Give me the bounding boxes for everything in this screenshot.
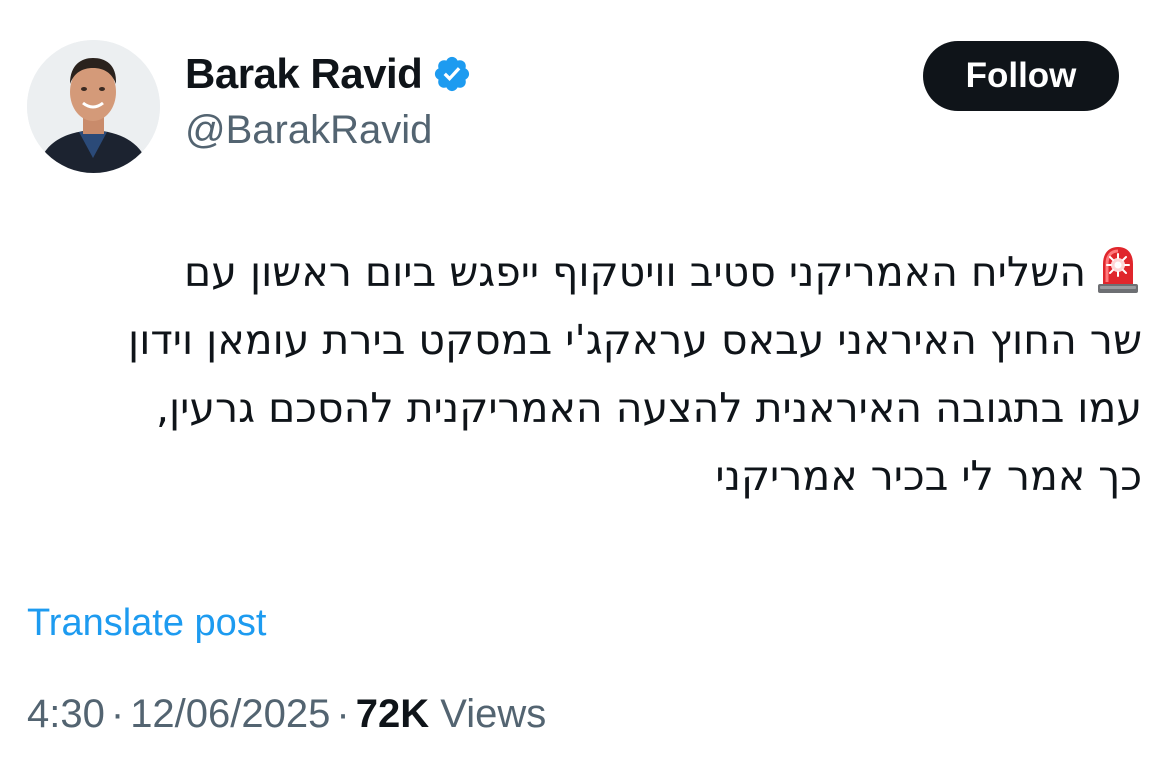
avatar[interactable] — [27, 40, 160, 173]
tweet-line: כך אמר לי בכיר אמריקני — [715, 452, 1142, 500]
tweet-line: עמו בתגובה האיראנית להצעה האמריקנית להסכ… — [155, 384, 1142, 432]
author-display-name[interactable]: Barak Ravid — [185, 50, 423, 98]
author-handle[interactable]: @BarakRavid — [185, 108, 432, 153]
tweet-text: השליח האמריקני סטיב וויטקוף ייפגש ביום ר… — [20, 238, 1142, 510]
meta-separator: · — [336, 692, 350, 736]
follow-button[interactable]: Follow — [923, 41, 1119, 111]
author-name-row[interactable]: Barak Ravid — [185, 50, 472, 98]
tweet-meta: 4:30 · 12/06/2025 · 72K Views — [27, 692, 546, 737]
meta-separator: · — [110, 692, 125, 736]
police-car-light-icon — [1098, 247, 1138, 293]
tweet-line-text: השליח האמריקני סטיב וויטקוף ייפגש ביום ר… — [184, 248, 1086, 296]
tweet-line: שר החוץ האיראני עבאס עראקג'י במסקט בירת … — [128, 316, 1142, 364]
translate-post-link[interactable]: Translate post — [27, 602, 266, 645]
tweet-time[interactable]: 4:30 — [27, 692, 105, 736]
verified-badge-icon — [435, 56, 470, 92]
views-count[interactable]: 72K — [356, 692, 429, 736]
tweet-date[interactable]: 12/06/2025 — [130, 692, 330, 736]
avatar-photo — [27, 40, 160, 173]
tweet-line: השליח האמריקני סטיב וויטקוף ייפגש ביום ר… — [20, 238, 1142, 306]
views-label[interactable]: Views — [440, 692, 546, 736]
